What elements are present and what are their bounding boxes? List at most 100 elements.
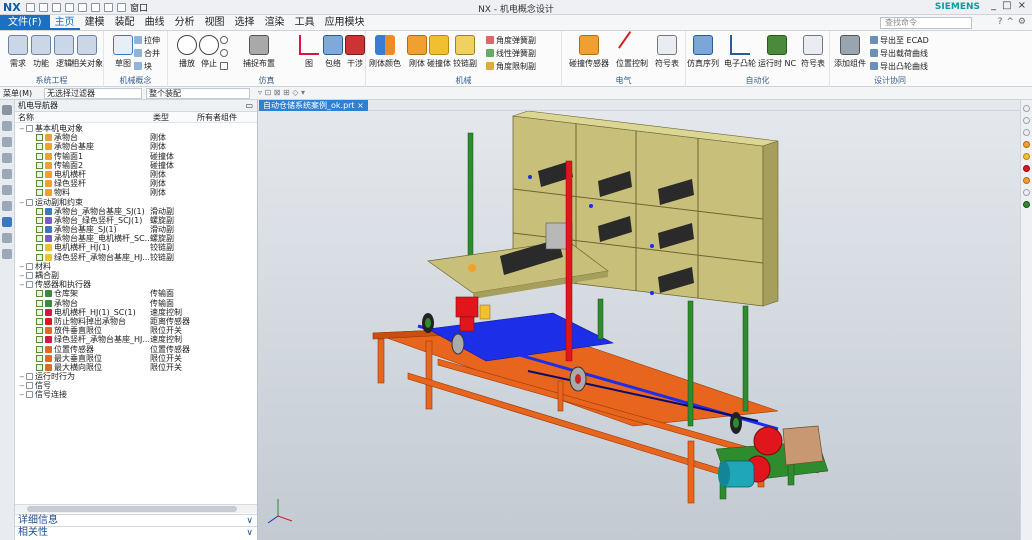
history-icon[interactable] xyxy=(2,201,12,211)
collision-sensor-button[interactable]: 碰撞传感器 xyxy=(568,35,610,75)
tree-row[interactable]: 电机横杆_HJ(1) 铰链副 xyxy=(15,243,257,252)
checkbox-icon[interactable] xyxy=(36,317,43,325)
reuse-library-icon[interactable] xyxy=(2,169,12,179)
checkbox-icon[interactable] xyxy=(36,161,43,169)
add-component-button[interactable]: 添加组件 xyxy=(832,35,868,75)
tree-row[interactable]: 承物台 刚体 xyxy=(15,133,257,142)
checkbox-icon[interactable] xyxy=(36,308,43,316)
chevron-down-icon[interactable]: ∨ xyxy=(246,527,253,539)
combine-button[interactable]: 合并 xyxy=(134,48,160,59)
sim-settings-button[interactable] xyxy=(220,61,230,72)
angle-limit-button[interactable]: 角度限制副 xyxy=(486,61,536,72)
checkbox-icon[interactable] xyxy=(36,299,43,307)
tab-tools[interactable]: 工具 xyxy=(290,15,320,30)
runtime-icon[interactable] xyxy=(1023,201,1030,208)
command-search-input[interactable]: 查找命令 xyxy=(880,17,972,29)
column-owner[interactable]: 所有者组件 xyxy=(194,112,237,122)
tree-row[interactable]: 防止物料掉出承物台 距离传感器 xyxy=(15,317,257,326)
tree-folder[interactable]: − 基本机电对象 xyxy=(15,124,257,133)
checkbox-icon[interactable] xyxy=(36,345,43,353)
checkbox-icon[interactable] xyxy=(36,134,43,142)
tree-row[interactable]: 仓库架 传输面 xyxy=(15,289,257,298)
hinge-joint-button[interactable]: 铰链副 xyxy=(448,35,482,75)
related-object-button[interactable]: 相关对象 xyxy=(70,35,104,75)
tree-folder[interactable]: − 信号连接 xyxy=(15,390,257,399)
step-forward-button[interactable] xyxy=(220,48,230,59)
tree-row[interactable]: 承物台_承物台基座_SJ(1) 滑动副 xyxy=(15,207,257,216)
tree-row[interactable]: 传输面2 碰撞体 xyxy=(15,161,257,170)
tab-applications[interactable]: 应用模块 xyxy=(320,15,370,30)
expander-icon[interactable]: − xyxy=(19,391,26,400)
checkbox-icon[interactable] xyxy=(36,336,43,344)
tree-row[interactable]: 承物台基座 刚体 xyxy=(15,142,257,151)
collision-icon[interactable] xyxy=(1023,153,1030,160)
tree-folder[interactable]: − 运动副和约束 xyxy=(15,198,257,207)
checkbox-icon[interactable] xyxy=(36,152,43,160)
electronic-cam-button[interactable]: 电子凸轮 xyxy=(722,35,758,75)
dependencies-panel[interactable]: 相关性 ∨ xyxy=(15,526,257,538)
tree-row[interactable]: 放件垂直限位 限位开关 xyxy=(15,326,257,335)
checkbox-icon[interactable] xyxy=(36,363,43,371)
position-control-button[interactable]: 位置控制 xyxy=(614,31,650,75)
help-icon[interactable]: ? xyxy=(998,17,1003,27)
tree-row[interactable]: 承物台基座_电机横杆_SC... 螺旋副 xyxy=(15,234,257,243)
tree-row[interactable]: 最大横向限位 限位开关 xyxy=(15,363,257,372)
checkbox-icon[interactable] xyxy=(36,180,43,188)
export-load-curve-button[interactable]: 导出载荷曲线 xyxy=(870,48,928,59)
graphics-viewport[interactable] xyxy=(258,110,1020,540)
checkbox-icon[interactable] xyxy=(36,216,43,224)
tree-row[interactable]: 电机横杆 刚体 xyxy=(15,170,257,179)
sensor-icon[interactable] xyxy=(1023,177,1030,184)
column-type[interactable]: 类型 xyxy=(150,112,194,122)
signal-icon[interactable] xyxy=(1023,189,1030,196)
sim-sequence-button[interactable]: 仿真序列 xyxy=(684,35,722,75)
tab-file[interactable]: 文件(F) xyxy=(0,15,50,30)
selection-tools-icon[interactable]: ▿ ⊡ ⊠ ⊞ ◇ ▾ xyxy=(258,88,305,97)
collapse-ribbon-icon[interactable]: ^ xyxy=(1006,17,1014,27)
fit-view-icon[interactable] xyxy=(1023,117,1030,124)
maximize-icon[interactable]: ▭ xyxy=(245,100,253,112)
tab-analysis[interactable]: 分析 xyxy=(170,15,200,30)
runtime-inspector-icon[interactable] xyxy=(2,233,12,243)
checkbox-icon[interactable] xyxy=(36,354,43,362)
view-orient-icon[interactable] xyxy=(1023,105,1030,112)
snap-view-icon[interactable] xyxy=(1023,129,1030,136)
tab-curve[interactable]: 曲线 xyxy=(140,15,170,30)
web-browser-icon[interactable] xyxy=(2,185,12,195)
tab-render[interactable]: 渲染 xyxy=(260,15,290,30)
column-name[interactable]: 名称 xyxy=(15,112,150,122)
tree-row[interactable]: 绿色竖杆_承物台基座_HJ... 铰链副 xyxy=(15,253,257,262)
document-tab[interactable]: 自动仓储系统案例_ok.prt × xyxy=(259,100,368,111)
tree-folder[interactable]: − 运行时行为 xyxy=(15,372,257,381)
constraint-navigator-icon[interactable] xyxy=(2,137,12,147)
checkbox-icon[interactable] xyxy=(36,253,43,261)
tree-folder[interactable]: − 传感器和执行器 xyxy=(15,280,257,289)
rigid-body-color-button[interactable]: 刚体颜色 xyxy=(368,35,402,75)
tree-row[interactable]: 承物台_绿色竖杆_SCJ(1) 螺旋副 xyxy=(15,216,257,225)
angle-spring-button[interactable]: 角度弹簧副 xyxy=(486,35,536,46)
tree-row[interactable]: 物料 刚体 xyxy=(15,188,257,197)
tree-row[interactable]: 位置传感器 位置传感器 xyxy=(15,345,257,354)
part-navigator-icon[interactable] xyxy=(2,153,12,163)
assembly-scope-dropdown[interactable]: 整个装配 xyxy=(146,88,250,99)
symbol-table-button[interactable]: 符号表 xyxy=(650,35,684,75)
tab-home[interactable]: 主页 xyxy=(49,15,80,30)
tree-folder[interactable]: − 材料 xyxy=(15,262,257,271)
minimize-button[interactable]: _ xyxy=(991,0,996,11)
tab-assembly[interactable]: 装配 xyxy=(110,15,140,30)
checkbox-icon[interactable] xyxy=(36,327,43,335)
checkbox-icon[interactable] xyxy=(36,226,43,234)
close-button[interactable]: × xyxy=(1018,0,1026,11)
checkbox-icon[interactable] xyxy=(36,290,43,298)
checkbox-icon[interactable] xyxy=(36,170,43,178)
export-cam-curve-button[interactable]: 导出凸轮曲线 xyxy=(870,61,928,72)
checkbox-icon[interactable] xyxy=(36,235,43,243)
tree-row[interactable]: 绿色竖杆_承物台基座_HJ... 速度控制 xyxy=(15,335,257,344)
tree-row[interactable]: 电机横杆_HJ(1)_SC(1) 速度控制 xyxy=(15,308,257,317)
checkbox-icon[interactable] xyxy=(36,189,43,197)
settings-icon[interactable] xyxy=(2,105,12,115)
joint-icon[interactable] xyxy=(1023,165,1030,172)
linear-spring-button[interactable]: 线性弹簧副 xyxy=(486,48,536,59)
system-navigator-icon[interactable] xyxy=(2,249,12,259)
tree-row[interactable]: 最大垂直限位 限位开关 xyxy=(15,354,257,363)
